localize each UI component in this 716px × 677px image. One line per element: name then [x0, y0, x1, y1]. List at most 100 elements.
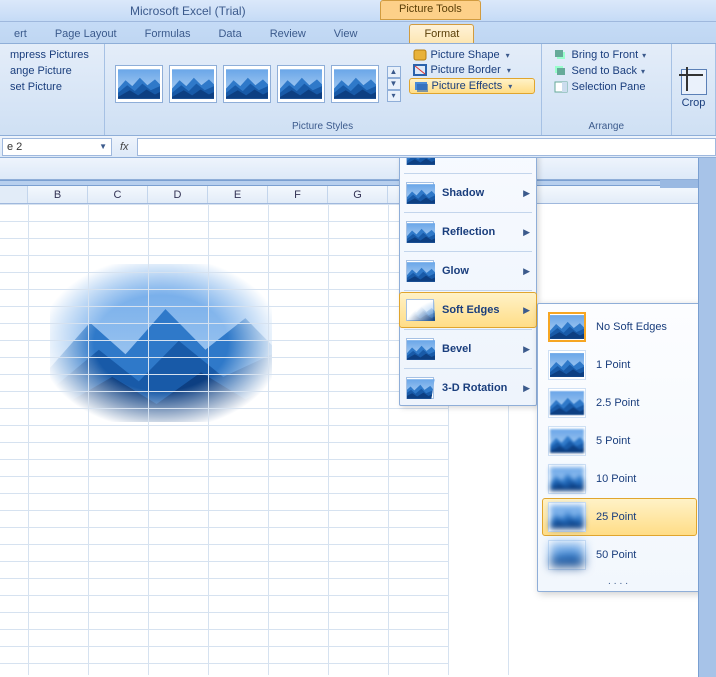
crop-icon[interactable] — [681, 69, 707, 95]
chevron-down-icon: ▾ — [506, 51, 510, 60]
effects-3d-rotation-item[interactable]: 3-D Rotation ▶ — [400, 371, 536, 405]
col-f[interactable]: F — [268, 186, 328, 203]
soft-edge-2-5pt-icon — [548, 388, 586, 418]
submenu-arrow-icon: ▶ — [523, 188, 530, 199]
soft-edge-5pt-icon — [548, 426, 586, 456]
soft-edge-2-5pt-item[interactable]: 2.5 Point — [542, 384, 697, 422]
submenu-arrow-icon: ▶ — [523, 383, 530, 394]
formula-bar: e 2 ▼ fx — [0, 136, 716, 158]
col-e[interactable]: E — [208, 186, 268, 203]
effects-soft-edges-item[interactable]: Soft Edges ▶ — [399, 292, 537, 328]
soft-edge-10pt-item[interactable]: 10 Point — [542, 460, 697, 498]
soft-edge-10pt-label: 10 Point — [596, 473, 636, 485]
style-thumb-5[interactable] — [331, 65, 379, 103]
menu-separator — [404, 251, 532, 252]
fx-icon[interactable]: fx — [120, 141, 129, 153]
gallery-up-icon[interactable]: ▲ — [387, 66, 401, 78]
inserted-picture[interactable] — [50, 264, 272, 422]
select-all-corner[interactable] — [0, 186, 28, 203]
shadow-label: Shadow — [442, 187, 515, 199]
submenu-arrow-icon: ▶ — [523, 305, 530, 316]
bring-to-front-label: Bring to Front — [572, 49, 639, 61]
tab-insert[interactable]: ert — [0, 25, 41, 43]
gallery-down-icon[interactable]: ▼ — [387, 78, 401, 90]
soft-edge-1pt-icon — [548, 350, 586, 380]
chevron-down-icon: ▾ — [508, 82, 512, 91]
horizontal-split-bar[interactable] — [0, 180, 698, 186]
effects-reflection-item[interactable]: Reflection ▶ — [400, 215, 536, 249]
change-picture-button[interactable]: ange Picture — [8, 64, 96, 78]
soft-edge-25pt-item[interactable]: 25 Point — [542, 498, 697, 536]
soft-edge-5pt-item[interactable]: 5 Point — [542, 422, 697, 460]
submenu-arrow-icon: ▶ — [523, 227, 530, 238]
style-thumb-3[interactable] — [223, 65, 271, 103]
crop-label[interactable]: Crop — [682, 97, 706, 109]
soft-edge-1pt-label: 1 Point — [596, 359, 630, 371]
name-box-dropdown-icon[interactable]: ▼ — [99, 142, 107, 151]
group-picture-styles: ▲ ▼ ▾ Picture Shape ▾ Picture Border ▾ — [105, 44, 542, 135]
col-d[interactable]: D — [148, 186, 208, 203]
effects-shadow-item[interactable]: Shadow ▶ — [400, 176, 536, 210]
selection-pane-button[interactable]: Selection Pane — [550, 80, 663, 94]
style-thumb-4[interactable] — [277, 65, 325, 103]
menu-separator — [404, 368, 532, 369]
shape-icon — [413, 49, 427, 61]
tab-view[interactable]: View — [320, 25, 372, 43]
picture-border-button[interactable]: Picture Border ▾ — [409, 63, 535, 77]
send-to-back-button[interactable]: Send to Back ▾ — [550, 64, 663, 78]
menu-separator — [404, 212, 532, 213]
tab-formulas[interactable]: Formulas — [131, 25, 205, 43]
submenu-arrow-icon: ▶ — [523, 266, 530, 277]
gallery-scroll: ▲ ▼ ▾ — [387, 66, 401, 102]
picture-shape-button[interactable]: Picture Shape ▾ — [409, 48, 535, 62]
soft-edges-label: Soft Edges — [442, 304, 515, 316]
picture-styles-gallery[interactable]: ▲ ▼ ▾ — [109, 46, 407, 121]
soft-edge-50pt-icon — [548, 540, 586, 570]
soft-edge-25pt-icon — [548, 502, 586, 532]
reset-picture-button[interactable]: set Picture — [8, 80, 96, 94]
menu-separator — [404, 290, 532, 291]
col-b[interactable]: B — [28, 186, 88, 203]
soft-edge-1pt-item[interactable]: 1 Point — [542, 346, 697, 384]
gallery-more-icon[interactable]: ▾ — [387, 90, 401, 102]
name-box[interactable]: e 2 ▼ — [2, 138, 112, 156]
picture-effects-button[interactable]: Picture Effects ▾ — [409, 78, 535, 94]
compress-pictures-button[interactable]: mpress Pictures — [8, 48, 96, 62]
group-adjust: mpress Pictures ange Picture set Picture — [0, 44, 105, 135]
col-c[interactable]: C — [88, 186, 148, 203]
worksheet-area: B C D E F G H /*placeholder*/ Preset — [0, 158, 716, 677]
vertical-scrollbar[interactable] — [698, 158, 716, 677]
column-headers: B C D E F G H — [0, 186, 698, 204]
soft-edge-50pt-item[interactable]: 50 Point — [542, 536, 697, 574]
picture-styles-group-label: Picture Styles — [109, 121, 537, 133]
tab-format[interactable]: Format — [409, 24, 474, 43]
tab-data[interactable]: Data — [204, 25, 255, 43]
effects-bevel-item[interactable]: Bevel ▶ — [400, 332, 536, 366]
tab-review[interactable]: Review — [256, 25, 320, 43]
tab-page-layout[interactable]: Page Layout — [41, 25, 131, 43]
picture-effects-menu: Preset ▶ Shadow ▶ Reflection ▶ Glow ▶ — [399, 158, 537, 406]
style-thumb-2[interactable] — [169, 65, 217, 103]
border-icon — [413, 64, 427, 76]
picture-shape-label: Picture Shape — [431, 49, 500, 61]
app-title: Microsoft Excel (Trial) — [130, 4, 246, 18]
ribbon-tabs: ert Page Layout Formulas Data Review Vie… — [0, 22, 716, 44]
shadow-thumb-icon — [406, 182, 434, 204]
soft-edges-submenu: No Soft Edges 1 Point 2.5 Point 5 Point … — [537, 303, 698, 592]
style-thumb-1[interactable] — [115, 65, 163, 103]
formula-input[interactable] — [137, 138, 716, 156]
arrange-group-label: Arrange — [546, 121, 667, 133]
reflection-thumb-icon — [406, 221, 434, 243]
send-back-icon — [554, 65, 568, 77]
effects-preset-item[interactable]: Preset ▶ — [400, 158, 536, 171]
soft-edge-none-item[interactable]: No Soft Edges — [542, 308, 697, 346]
contextual-tab-group: Picture Tools — [380, 0, 481, 22]
name-box-value: e 2 — [7, 141, 22, 153]
soft-edge-more[interactable]: .... — [542, 574, 697, 587]
bring-front-icon — [554, 49, 568, 61]
bring-to-front-button[interactable]: Bring to Front ▾ — [550, 48, 663, 62]
chevron-down-icon: ▾ — [507, 66, 511, 75]
chevron-down-icon: ▾ — [642, 51, 646, 60]
effects-glow-item[interactable]: Glow ▶ — [400, 254, 536, 288]
col-g[interactable]: G — [328, 186, 388, 203]
